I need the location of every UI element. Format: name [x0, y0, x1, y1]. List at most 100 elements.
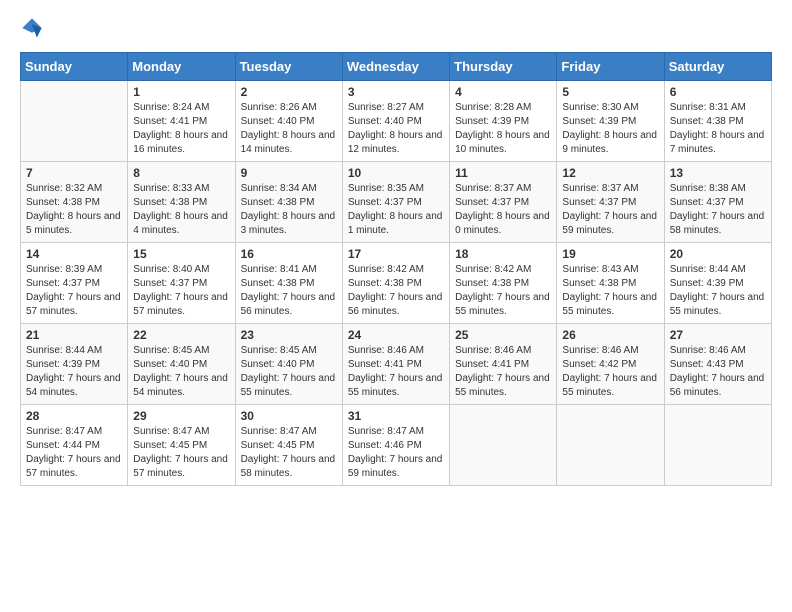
- day-info: Sunrise: 8:26 AM Sunset: 4:40 PM Dayligh…: [241, 101, 337, 157]
- sunrise-text: Sunrise: 8:33 AM: [133, 183, 209, 194]
- calendar-day-cell: [664, 405, 771, 486]
- daylight-text: Daylight: 7 hours and 54 minutes.: [133, 373, 228, 398]
- logo-icon: [20, 16, 44, 40]
- calendar-table: SundayMondayTuesdayWednesdayThursdayFrid…: [20, 52, 772, 486]
- sunset-text: Sunset: 4:39 PM: [670, 278, 744, 289]
- day-info: Sunrise: 8:43 AM Sunset: 4:38 PM Dayligh…: [562, 263, 658, 319]
- calendar-day-cell: 13 Sunrise: 8:38 AM Sunset: 4:37 PM Dayl…: [664, 162, 771, 243]
- calendar-day-cell: 23 Sunrise: 8:45 AM Sunset: 4:40 PM Dayl…: [235, 324, 342, 405]
- calendar-day-cell: 14 Sunrise: 8:39 AM Sunset: 4:37 PM Dayl…: [21, 243, 128, 324]
- daylight-text: Daylight: 7 hours and 57 minutes.: [26, 454, 121, 479]
- daylight-text: Daylight: 7 hours and 57 minutes.: [26, 292, 121, 317]
- day-number: 16: [241, 247, 337, 261]
- sunset-text: Sunset: 4:45 PM: [133, 440, 207, 451]
- sunrise-text: Sunrise: 8:28 AM: [455, 102, 531, 113]
- day-number: 20: [670, 247, 766, 261]
- sunset-text: Sunset: 4:37 PM: [455, 197, 529, 208]
- calendar-day-cell: 31 Sunrise: 8:47 AM Sunset: 4:46 PM Dayl…: [342, 405, 449, 486]
- daylight-text: Daylight: 7 hours and 57 minutes.: [133, 454, 228, 479]
- day-info: Sunrise: 8:47 AM Sunset: 4:46 PM Dayligh…: [348, 425, 444, 481]
- day-info: Sunrise: 8:39 AM Sunset: 4:37 PM Dayligh…: [26, 263, 122, 319]
- sunset-text: Sunset: 4:40 PM: [241, 116, 315, 127]
- day-number: 27: [670, 328, 766, 342]
- daylight-text: Daylight: 7 hours and 56 minutes.: [670, 373, 765, 398]
- day-number: 22: [133, 328, 229, 342]
- day-info: Sunrise: 8:47 AM Sunset: 4:44 PM Dayligh…: [26, 425, 122, 481]
- daylight-text: Daylight: 8 hours and 1 minute.: [348, 211, 443, 236]
- day-info: Sunrise: 8:46 AM Sunset: 4:43 PM Dayligh…: [670, 344, 766, 400]
- daylight-text: Daylight: 7 hours and 56 minutes.: [348, 292, 443, 317]
- daylight-text: Daylight: 8 hours and 12 minutes.: [348, 130, 443, 155]
- calendar-day-cell: 25 Sunrise: 8:46 AM Sunset: 4:41 PM Dayl…: [450, 324, 557, 405]
- calendar-day-cell: 5 Sunrise: 8:30 AM Sunset: 4:39 PM Dayli…: [557, 81, 664, 162]
- day-info: Sunrise: 8:41 AM Sunset: 4:38 PM Dayligh…: [241, 263, 337, 319]
- daylight-text: Daylight: 8 hours and 4 minutes.: [133, 211, 228, 236]
- day-info: Sunrise: 8:40 AM Sunset: 4:37 PM Dayligh…: [133, 263, 229, 319]
- calendar-day-cell: 16 Sunrise: 8:41 AM Sunset: 4:38 PM Dayl…: [235, 243, 342, 324]
- day-info: Sunrise: 8:42 AM Sunset: 4:38 PM Dayligh…: [455, 263, 551, 319]
- sunset-text: Sunset: 4:39 PM: [455, 116, 529, 127]
- calendar-day-cell: 18 Sunrise: 8:42 AM Sunset: 4:38 PM Dayl…: [450, 243, 557, 324]
- sunset-text: Sunset: 4:41 PM: [133, 116, 207, 127]
- sunrise-text: Sunrise: 8:26 AM: [241, 102, 317, 113]
- sunset-text: Sunset: 4:40 PM: [133, 359, 207, 370]
- day-info: Sunrise: 8:45 AM Sunset: 4:40 PM Dayligh…: [241, 344, 337, 400]
- logo: [20, 16, 48, 40]
- daylight-text: Daylight: 7 hours and 55 minutes.: [455, 373, 550, 398]
- daylight-text: Daylight: 7 hours and 55 minutes.: [562, 292, 657, 317]
- calendar-day-cell: 11 Sunrise: 8:37 AM Sunset: 4:37 PM Dayl…: [450, 162, 557, 243]
- sunrise-text: Sunrise: 8:44 AM: [26, 345, 102, 356]
- sunrise-text: Sunrise: 8:37 AM: [455, 183, 531, 194]
- day-number: 11: [455, 166, 551, 180]
- daylight-text: Daylight: 7 hours and 56 minutes.: [241, 292, 336, 317]
- day-number: 23: [241, 328, 337, 342]
- sunset-text: Sunset: 4:40 PM: [348, 116, 422, 127]
- day-info: Sunrise: 8:37 AM Sunset: 4:37 PM Dayligh…: [562, 182, 658, 238]
- sunrise-text: Sunrise: 8:39 AM: [26, 264, 102, 275]
- day-info: Sunrise: 8:33 AM Sunset: 4:38 PM Dayligh…: [133, 182, 229, 238]
- daylight-text: Daylight: 7 hours and 55 minutes.: [348, 373, 443, 398]
- calendar-week-row: 14 Sunrise: 8:39 AM Sunset: 4:37 PM Dayl…: [21, 243, 772, 324]
- sunrise-text: Sunrise: 8:34 AM: [241, 183, 317, 194]
- daylight-text: Daylight: 7 hours and 58 minutes.: [241, 454, 336, 479]
- daylight-text: Daylight: 7 hours and 59 minutes.: [348, 454, 443, 479]
- day-number: 18: [455, 247, 551, 261]
- calendar-day-cell: 10 Sunrise: 8:35 AM Sunset: 4:37 PM Dayl…: [342, 162, 449, 243]
- day-number: 21: [26, 328, 122, 342]
- calendar-day-cell: 1 Sunrise: 8:24 AM Sunset: 4:41 PM Dayli…: [128, 81, 235, 162]
- calendar-day-cell: 24 Sunrise: 8:46 AM Sunset: 4:41 PM Dayl…: [342, 324, 449, 405]
- calendar-day-cell: 9 Sunrise: 8:34 AM Sunset: 4:38 PM Dayli…: [235, 162, 342, 243]
- sunset-text: Sunset: 4:38 PM: [241, 278, 315, 289]
- daylight-text: Daylight: 7 hours and 55 minutes.: [455, 292, 550, 317]
- daylight-text: Daylight: 8 hours and 7 minutes.: [670, 130, 765, 155]
- calendar-day-cell: 12 Sunrise: 8:37 AM Sunset: 4:37 PM Dayl…: [557, 162, 664, 243]
- sunset-text: Sunset: 4:42 PM: [562, 359, 636, 370]
- calendar-day-cell: [21, 81, 128, 162]
- daylight-text: Daylight: 8 hours and 16 minutes.: [133, 130, 228, 155]
- day-number: 12: [562, 166, 658, 180]
- day-number: 31: [348, 409, 444, 423]
- day-number: 7: [26, 166, 122, 180]
- header: [20, 16, 772, 40]
- day-info: Sunrise: 8:47 AM Sunset: 4:45 PM Dayligh…: [133, 425, 229, 481]
- calendar-day-cell: 22 Sunrise: 8:45 AM Sunset: 4:40 PM Dayl…: [128, 324, 235, 405]
- day-info: Sunrise: 8:27 AM Sunset: 4:40 PM Dayligh…: [348, 101, 444, 157]
- calendar-day-cell: 7 Sunrise: 8:32 AM Sunset: 4:38 PM Dayli…: [21, 162, 128, 243]
- calendar-day-cell: [450, 405, 557, 486]
- sunset-text: Sunset: 4:43 PM: [670, 359, 744, 370]
- sunrise-text: Sunrise: 8:24 AM: [133, 102, 209, 113]
- day-number: 19: [562, 247, 658, 261]
- day-number: 5: [562, 85, 658, 99]
- sunrise-text: Sunrise: 8:32 AM: [26, 183, 102, 194]
- sunset-text: Sunset: 4:38 PM: [26, 197, 100, 208]
- weekday-header: Monday: [128, 53, 235, 81]
- day-info: Sunrise: 8:46 AM Sunset: 4:41 PM Dayligh…: [348, 344, 444, 400]
- sunset-text: Sunset: 4:38 PM: [348, 278, 422, 289]
- sunset-text: Sunset: 4:39 PM: [26, 359, 100, 370]
- sunrise-text: Sunrise: 8:47 AM: [26, 426, 102, 437]
- day-number: 9: [241, 166, 337, 180]
- day-info: Sunrise: 8:24 AM Sunset: 4:41 PM Dayligh…: [133, 101, 229, 157]
- daylight-text: Daylight: 7 hours and 55 minutes.: [241, 373, 336, 398]
- calendar-day-cell: 6 Sunrise: 8:31 AM Sunset: 4:38 PM Dayli…: [664, 81, 771, 162]
- calendar-day-cell: 28 Sunrise: 8:47 AM Sunset: 4:44 PM Dayl…: [21, 405, 128, 486]
